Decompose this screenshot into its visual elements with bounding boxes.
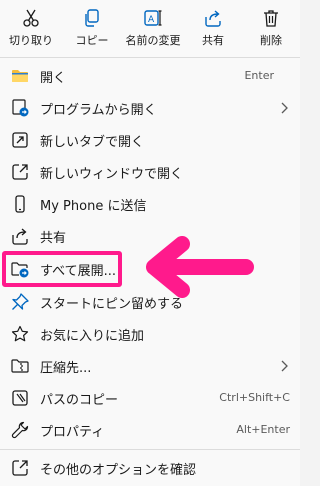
menu-item-show-more-options[interactable]: その他のオプションを確認 (0, 452, 300, 484)
menu-item-label: 共有 (40, 231, 67, 246)
menu-item-open-new-tab[interactable]: 新しいタブで開く (0, 124, 300, 156)
cut-button[interactable]: 切り取り (0, 0, 62, 56)
zip-folder-icon (11, 359, 29, 373)
chevron-right-icon (281, 360, 288, 372)
extract-folder-icon (11, 262, 29, 278)
menu-item-copy-as-path[interactable]: パスのコピー Ctrl+Shift+C (0, 382, 300, 414)
rename-label: 名前の変更 (125, 34, 181, 47)
menu-item-open-with[interactable]: プログラムから開く (0, 92, 300, 124)
more-options-icon (12, 460, 28, 476)
new-tab-icon (12, 132, 28, 148)
share-button[interactable]: 共有 (184, 0, 242, 56)
open-with-icon (12, 99, 29, 117)
menu-item-properties[interactable]: プロパティ Alt+Enter (0, 414, 300, 446)
share-icon (205, 10, 221, 27)
folder-icon (12, 70, 28, 82)
menu-item-label: パスのコピー (40, 393, 119, 408)
menu-item-share[interactable]: 共有 (0, 220, 300, 252)
cut-label: 切り取り (9, 34, 53, 47)
menu-item-shortcut: Ctrl+Shift+C (219, 391, 290, 404)
menu-item-label: 開く (40, 71, 67, 86)
menu-item-label: 新しいタブで開く (40, 135, 145, 150)
menu-item-send-to-phone[interactable]: My Phone に送信 (0, 188, 300, 220)
menu-item-label: 新しいウィンドウで開く (40, 167, 184, 182)
phone-icon (15, 195, 25, 213)
delete-label: 削除 (260, 34, 282, 47)
menu-item-shortcut: Alt+Enter (236, 423, 290, 436)
menu-item-label: プロパティ (40, 425, 105, 440)
copy-button[interactable]: コピー (62, 0, 122, 56)
chevron-right-icon (281, 102, 288, 114)
menu-item-label: プログラムから開く (40, 103, 157, 118)
menu-item-label: スタートにピン留めする (40, 297, 184, 312)
copy-icon (85, 9, 99, 27)
menu-item-label: すべて展開... (40, 264, 116, 279)
pin-icon (12, 293, 29, 310)
star-icon (11, 325, 29, 342)
share-icon (12, 228, 28, 245)
menu-item-compress-to[interactable]: 圧縮先... (0, 350, 300, 382)
divider (0, 449, 300, 450)
divider (0, 57, 300, 58)
menu-item-label: My Phone に送信 (40, 199, 147, 214)
menu-item-label: お気に入りに追加 (40, 329, 145, 344)
menu-item-open-new-window[interactable]: 新しいウィンドウで開く (0, 156, 300, 188)
copy-label: コピー (75, 34, 109, 47)
menu-item-pin-to-start[interactable]: スタートにピン留めする (0, 286, 300, 318)
context-menu-toolbar: 切り取り コピー A 名前の変更 共有 削除 (0, 0, 300, 56)
trash-icon (264, 10, 278, 27)
menu-item-add-favorites[interactable]: お気に入りに追加 (0, 318, 300, 350)
menu-item-open[interactable]: 開く Enter (0, 60, 300, 92)
menu-item-shortcut: Enter (244, 69, 274, 82)
scissors-icon (23, 9, 39, 27)
menu-item-label: 圧縮先... (40, 361, 92, 376)
context-menu: 切り取り コピー A 名前の変更 共有 削除 開く Enter プログラムから開… (0, 0, 300, 486)
new-window-icon (12, 164, 28, 180)
rename-icon: A (144, 10, 162, 26)
menu-item-label: その他のオプションを確認 (40, 463, 197, 478)
menu-item-extract-all[interactable]: すべて展開... (0, 253, 300, 285)
svg-text:A: A (148, 15, 155, 25)
delete-button[interactable]: 削除 (242, 0, 300, 56)
wrench-icon (11, 421, 29, 439)
copy-path-icon (12, 390, 28, 406)
rename-button[interactable]: A 名前の変更 (122, 0, 184, 56)
share-label: 共有 (202, 34, 224, 47)
